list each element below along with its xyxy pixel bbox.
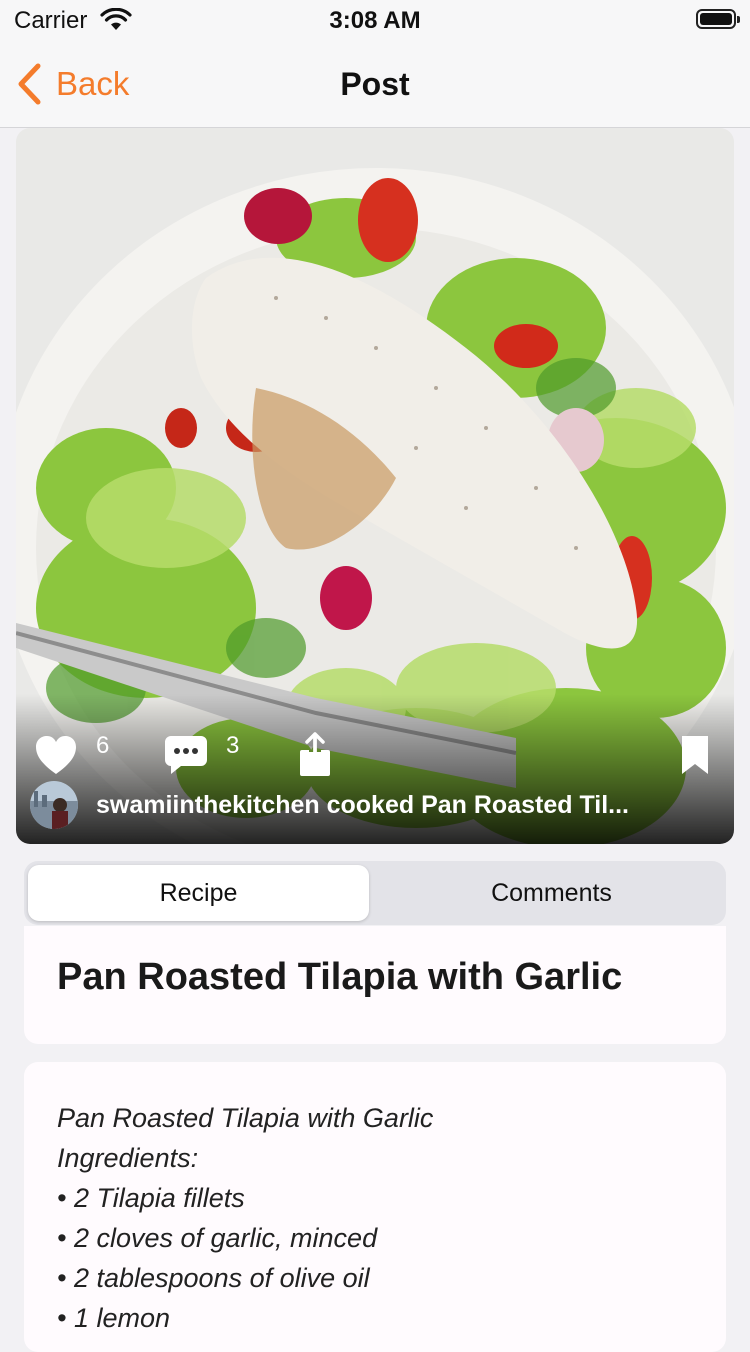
recipe-line: Ingredients: [57,1143,199,1173]
clock: 3:08 AM [329,7,421,34]
battery-icon [696,9,740,29]
tab-comments[interactable]: Comments [381,865,722,921]
recipe-line: • 2 Tilapia fillets [57,1183,245,1213]
post-actions: 6 3 [16,728,734,788]
post-caption[interactable]: swamiinthekitchen cooked Pan Roasted Til… [96,791,629,820]
heart-icon[interactable] [34,734,78,776]
recipe-title: Pan Roasted Tilapia with Garlic [57,956,623,998]
avatar[interactable] [30,781,78,829]
recipe-line: • 1 lemon [57,1303,171,1333]
recipe-line: • 2 tablespoons of olive oil [57,1263,370,1293]
recipe-line: Pan Roasted Tilapia with Garlic [57,1103,434,1133]
tab-recipe[interactable]: Recipe [28,865,369,921]
post-author-row[interactable]: swamiinthekitchen cooked Pan Roasted Til… [30,780,629,830]
status-bar: Carrier 3:08 AM [0,0,750,40]
speech-bubble-icon[interactable] [163,734,209,776]
recipe-comments-segmented-control: Recipe Comments [24,861,726,925]
post-photo-card[interactable]: 6 3 swamiinthekitchen cooked Pan Roasted… [16,128,734,844]
like-count: 6 [96,732,110,759]
bookmark-icon[interactable] [680,734,710,776]
share-icon[interactable] [296,732,334,778]
recipe-line: • 2 cloves of garlic, minced [57,1223,378,1253]
recipe-description: Pan Roasted Tilapia with Garlic Ingredie… [57,1098,433,1338]
recipe-title-card: Pan Roasted Tilapia with Garlic [24,926,726,1044]
navigation-bar: Back Post [0,40,750,128]
recipe-body-card: Pan Roasted Tilapia with Garlic Ingredie… [24,1062,726,1352]
page-title: Post [340,66,410,102]
comment-count: 3 [226,732,240,759]
